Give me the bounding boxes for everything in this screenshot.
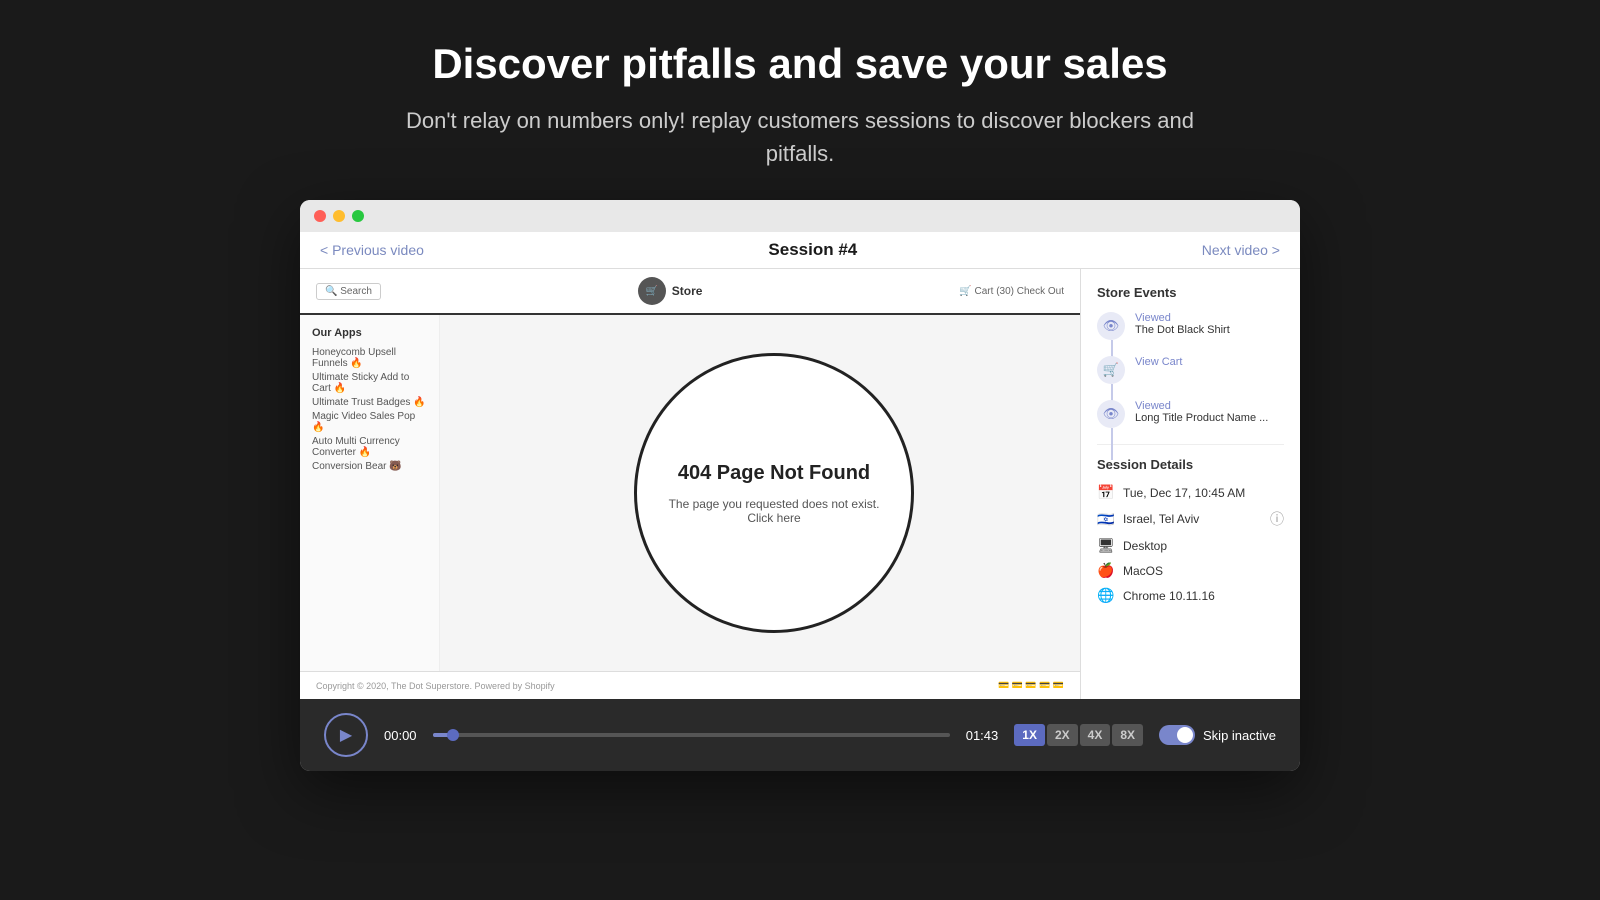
desktop-icon: 🖥 xyxy=(1097,537,1115,554)
store-search[interactable]: 🔍 Search xyxy=(316,283,381,300)
browser-content: 🔍 Search 🛒 Store 🛒 Cart (30) Check Out O… xyxy=(300,269,1300,699)
app-link-5[interactable]: Auto Multi Currency Converter 🔥 xyxy=(312,436,427,458)
view-icon-1: 👁 xyxy=(1097,312,1125,340)
skip-inactive-container: Skip inactive xyxy=(1159,725,1276,745)
store-cart-nav[interactable]: 🛒 Cart (30) Check Out xyxy=(959,286,1064,297)
session-label: Session #4 xyxy=(768,240,857,260)
player-bar: ▶ 00:00 01:43 1X 2X 4X 8X Skip inactive xyxy=(300,699,1300,771)
app-link-3[interactable]: Ultimate Trust Badges 🔥 xyxy=(312,397,427,408)
dot-red[interactable] xyxy=(314,210,326,222)
speed-buttons: 1X 2X 4X 8X xyxy=(1014,724,1143,746)
time-end: 01:43 xyxy=(966,728,999,743)
play-button[interactable]: ▶ xyxy=(324,713,368,757)
store-logo: 🛒 Store xyxy=(638,277,703,305)
calendar-icon: 📅 xyxy=(1097,484,1115,501)
detail-device: 🖥 Desktop xyxy=(1097,537,1284,554)
apple-icon: 🍎 xyxy=(1097,562,1115,579)
dot-yellow[interactable] xyxy=(333,210,345,222)
app-link-1[interactable]: Honeycomb Upsell Funnels 🔥 xyxy=(312,347,427,369)
detail-datetime: 📅 Tue, Dec 17, 10:45 AM xyxy=(1097,484,1284,501)
app-link-4[interactable]: Magic Video Sales Pop 🔥 xyxy=(312,411,427,433)
next-video-button[interactable]: Next video > xyxy=(1202,242,1280,258)
session-nav: < Previous video Session #4 Next video > xyxy=(300,232,1300,269)
event-item-2: 🛒 View Cart xyxy=(1097,356,1284,384)
store-copyright: Copyright © 2020, The Dot Superstore. Po… xyxy=(316,681,555,691)
event-name-3: Long Title Product Name ... xyxy=(1135,412,1268,424)
our-apps-title: Our Apps xyxy=(312,327,427,339)
detail-os: 🍎 MacOS xyxy=(1097,562,1284,579)
event-label-3: Viewed xyxy=(1135,400,1268,412)
event-name-1: The Dot Black Shirt xyxy=(1135,324,1230,336)
event-label-1: Viewed xyxy=(1135,312,1230,324)
app-link-6[interactable]: Conversion Bear 🐻 xyxy=(312,461,427,472)
store-footer: Copyright © 2020, The Dot Superstore. Po… xyxy=(300,671,1080,699)
prev-video-button[interactable]: < Previous video xyxy=(320,242,424,258)
app-link-2[interactable]: Ultimate Sticky Add to Cart 🔥 xyxy=(312,372,427,394)
skip-inactive-toggle[interactable] xyxy=(1159,725,1195,745)
page-title: Discover pitfalls and save your sales xyxy=(370,40,1230,88)
store-main-content: 404 Page Not Found The page you requeste… xyxy=(440,315,1080,671)
side-panel: Store Events 👁 Viewed The Dot Black Shir… xyxy=(1080,269,1300,699)
error-404-title: 404 Page Not Found xyxy=(678,462,870,485)
dot-green[interactable] xyxy=(352,210,364,222)
browser-window: < Previous video Session #4 Next video >… xyxy=(300,200,1300,771)
session-details-title: Session Details xyxy=(1097,457,1284,472)
store-header: 🔍 Search 🛒 Store 🛒 Cart (30) Check Out xyxy=(300,269,1080,315)
session-details: Session Details 📅 Tue, Dec 17, 10:45 AM … xyxy=(1097,444,1284,604)
info-icon[interactable]: ⓘ xyxy=(1270,509,1284,529)
error-404-text: The page you requested does not exist. C… xyxy=(667,497,881,525)
speed-8x[interactable]: 8X xyxy=(1112,724,1143,746)
speed-4x[interactable]: 4X xyxy=(1080,724,1111,746)
store-page: 🔍 Search 🛒 Store 🛒 Cart (30) Check Out O… xyxy=(300,269,1080,699)
page-subtitle: Don't relay on numbers only! replay cust… xyxy=(370,104,1230,170)
error-404-overlay: 404 Page Not Found The page you requeste… xyxy=(634,353,914,633)
store-name: Store xyxy=(672,284,703,298)
skip-inactive-label: Skip inactive xyxy=(1203,728,1276,743)
cart-icon: 🛒 xyxy=(1097,356,1125,384)
flag-icon: 🇮🇱 xyxy=(1097,511,1115,528)
detail-location: 🇮🇱 Israel, Tel Aviv ⓘ xyxy=(1097,509,1284,529)
event-item-3: 👁 Viewed Long Title Product Name ... xyxy=(1097,400,1284,428)
speed-1x[interactable]: 1X xyxy=(1014,724,1045,746)
chrome-icon: 🌐 xyxy=(1097,587,1115,604)
payment-icons: 💳 💳 💳 💳 💳 xyxy=(998,680,1064,691)
event-item-1: 👁 Viewed The Dot Black Shirt xyxy=(1097,312,1284,340)
store-main: Our Apps Honeycomb Upsell Funnels 🔥 Ulti… xyxy=(300,315,1080,671)
detail-browser: 🌐 Chrome 10.11.16 xyxy=(1097,587,1284,604)
store-sidebar: Our Apps Honeycomb Upsell Funnels 🔥 Ulti… xyxy=(300,315,440,671)
progress-bar[interactable] xyxy=(433,733,950,737)
store-events-title: Store Events xyxy=(1097,285,1284,300)
progress-dot[interactable] xyxy=(447,729,459,741)
speed-2x[interactable]: 2X xyxy=(1047,724,1078,746)
logo-icon: 🛒 xyxy=(638,277,666,305)
event-label-2: View Cart xyxy=(1135,356,1182,368)
time-start: 00:00 xyxy=(384,728,417,743)
view-icon-2: 👁 xyxy=(1097,400,1125,428)
browser-titlebar xyxy=(300,200,1300,232)
